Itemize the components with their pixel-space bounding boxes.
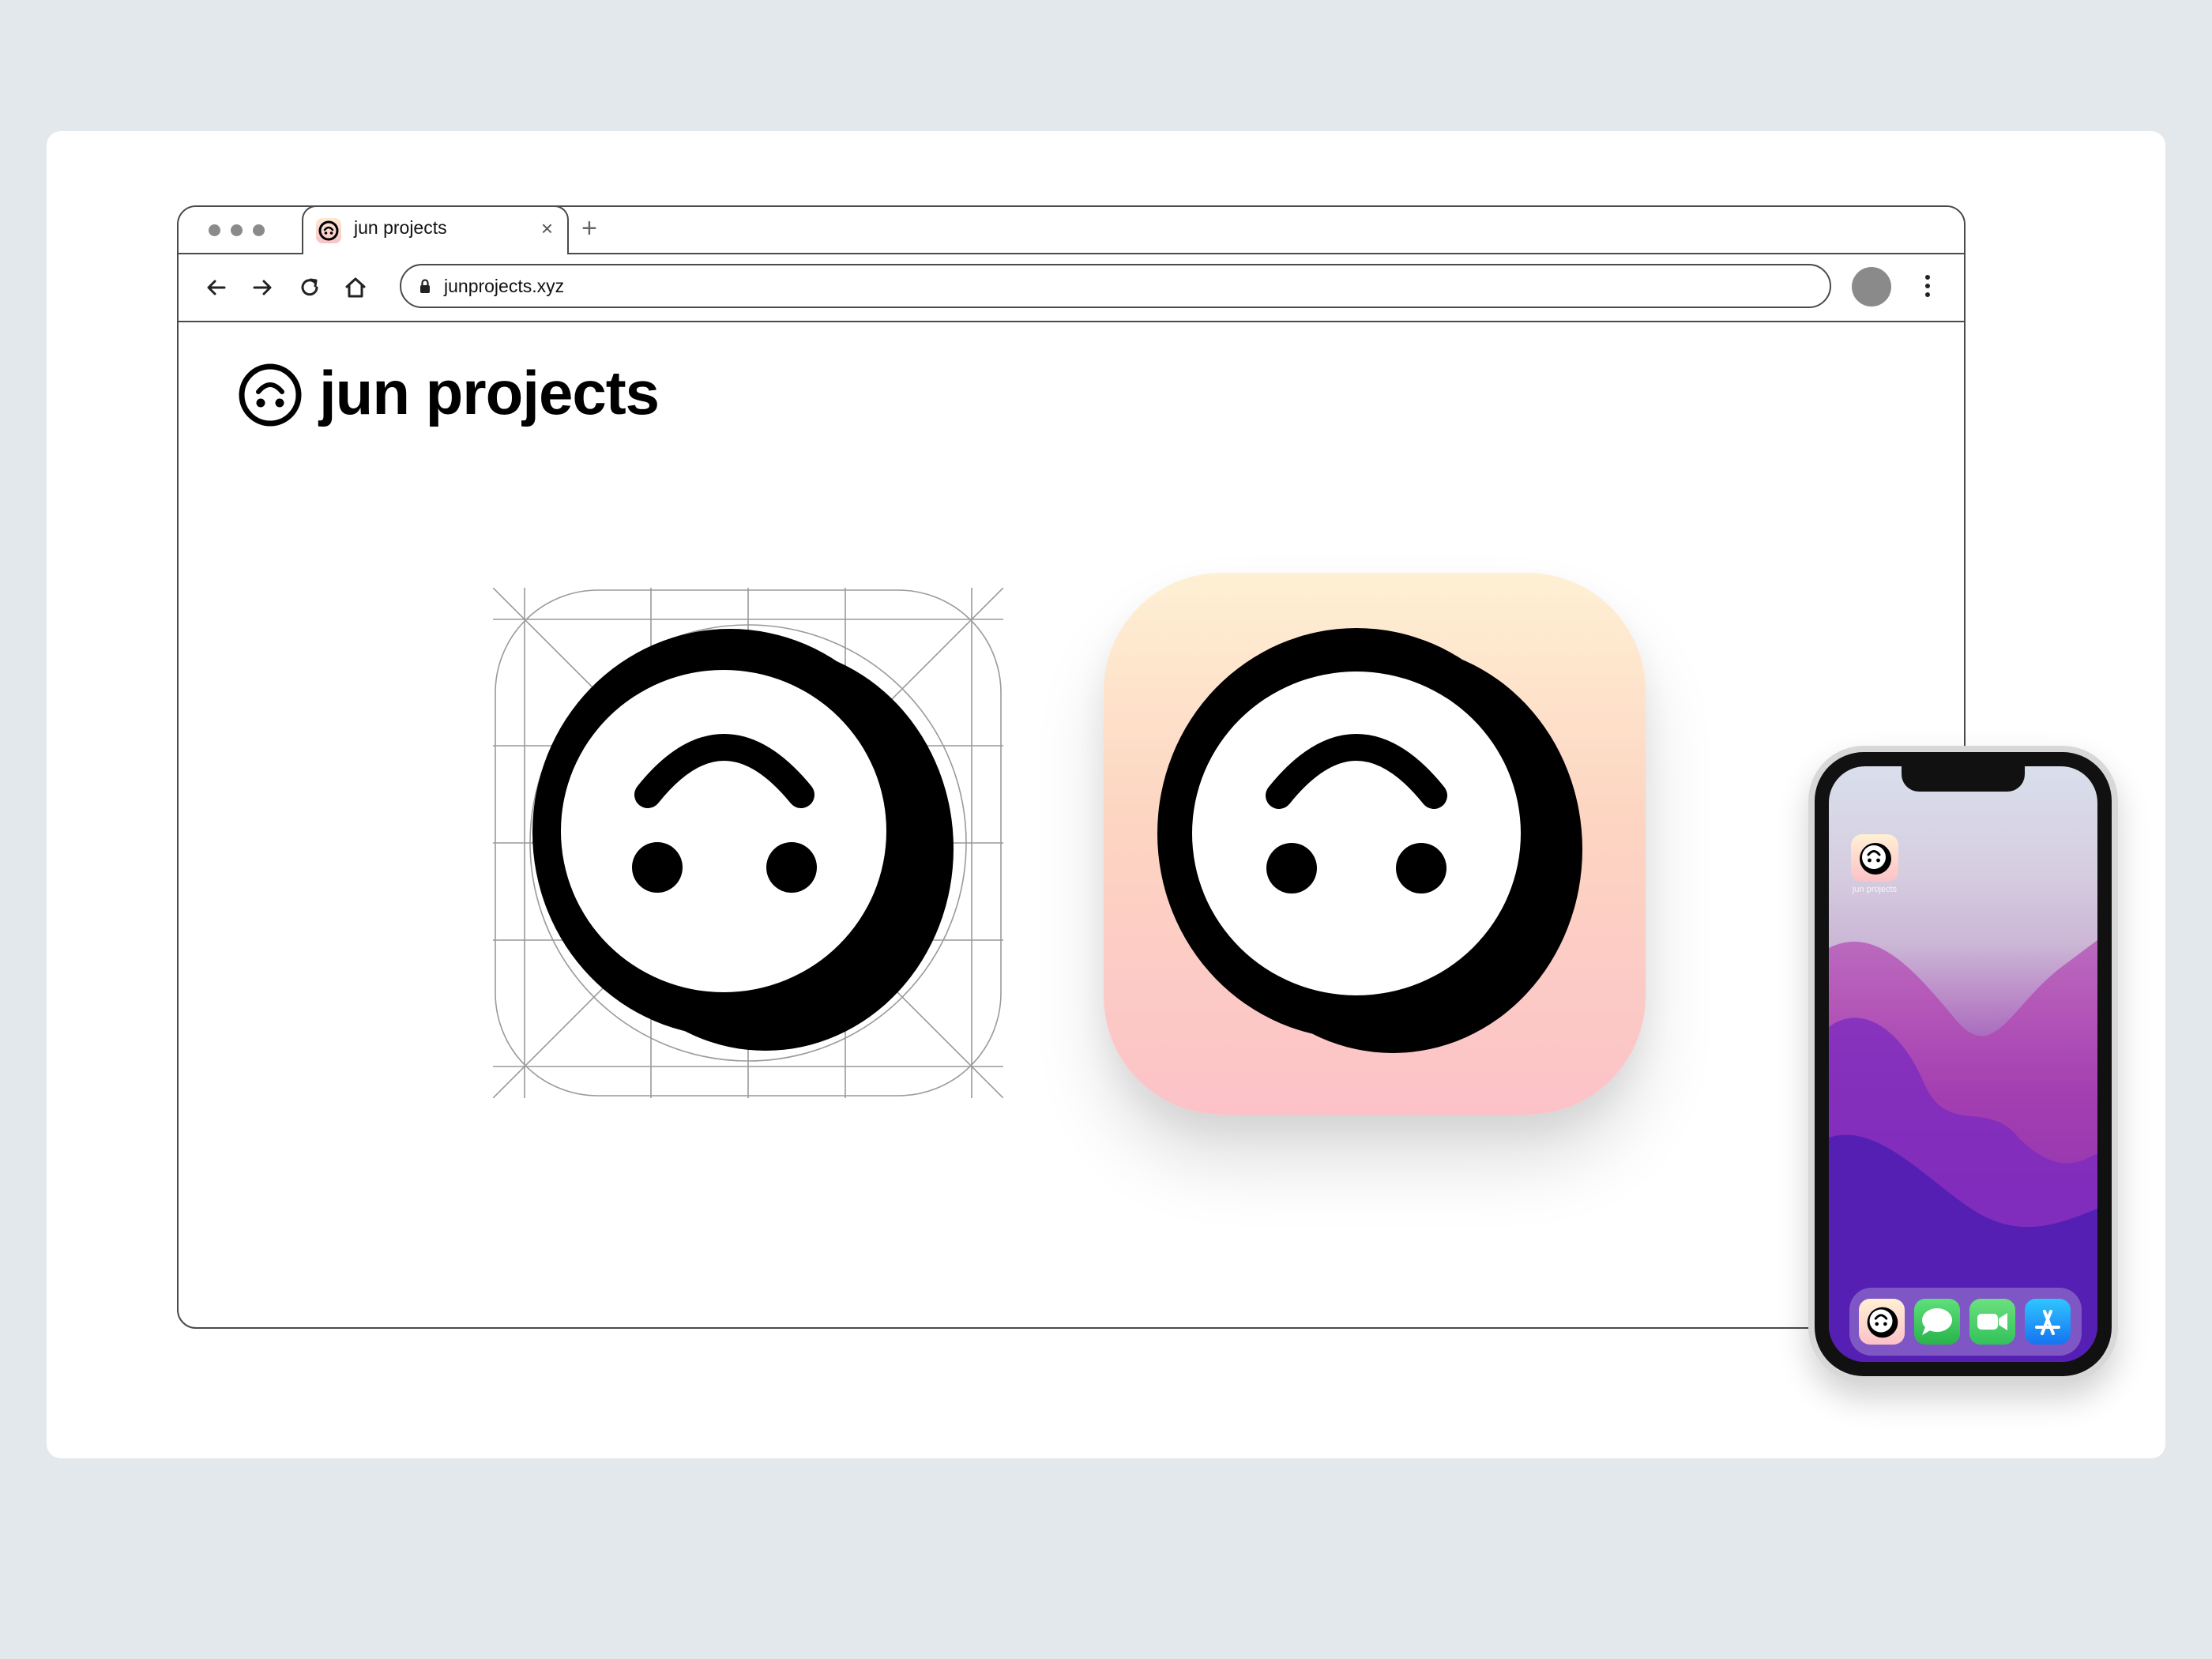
smiley-upside-down-logo [1157, 628, 1582, 1053]
brand-title[interactable]: jun projects [319, 357, 660, 429]
home-app-label: jun projects [1852, 885, 1898, 894]
phone-dock [1849, 1288, 2082, 1356]
window-dot [209, 224, 220, 236]
app-icon-large [1104, 573, 1646, 1115]
new-tab-icon[interactable]: + [581, 213, 597, 244]
lock-icon [420, 279, 430, 293]
back-arrow-icon[interactable] [202, 273, 231, 302]
home-app-jun-projects[interactable] [1851, 834, 1898, 882]
messages-app-icon[interactable] [1914, 1299, 1960, 1345]
tab-title: jun projects [354, 217, 447, 238]
dock-app-jun-projects[interactable] [1859, 1299, 1905, 1345]
forward-arrow-icon[interactable] [248, 273, 276, 302]
favicon-icon [316, 218, 341, 243]
browser-window: jun projects × + junprojects.xyz jun pro… [177, 205, 1966, 1329]
phone-screen: jun projects [1829, 766, 2097, 1362]
tab-bar: jun projects × + [179, 207, 1964, 254]
address-bar[interactable]: junprojects.xyz [400, 264, 1831, 308]
app-store-a-icon [2035, 1310, 2060, 1335]
tab-close-icon[interactable]: × [541, 216, 553, 241]
video-camera-icon [1977, 1313, 2007, 1330]
app-store-app-icon[interactable] [2025, 1299, 2071, 1345]
profile-avatar[interactable] [1852, 267, 1891, 307]
reload-icon[interactable] [295, 273, 324, 302]
smiley-upside-down-logo [1860, 843, 1891, 875]
window-dot [253, 224, 265, 236]
tab-jun-projects[interactable]: jun projects × [302, 207, 569, 254]
brand-logo-icon[interactable] [237, 362, 303, 428]
facetime-app-icon[interactable] [1969, 1299, 2015, 1345]
url-text: junprojects.xyz [444, 276, 565, 296]
icon-construction-grid [493, 588, 1003, 1098]
phone-notch [1902, 766, 2025, 792]
phone-bezel: jun projects [1815, 752, 2112, 1376]
smiley-upside-down-logo [1867, 1307, 1898, 1338]
kebab-menu-icon[interactable] [1923, 270, 1932, 302]
home-icon[interactable] [341, 273, 370, 302]
speech-bubble-icon [1922, 1308, 1952, 1335]
browser-toolbar: junprojects.xyz [179, 254, 1964, 322]
phone-mockup: jun projects [1808, 746, 2118, 1382]
window-dot [231, 224, 243, 236]
